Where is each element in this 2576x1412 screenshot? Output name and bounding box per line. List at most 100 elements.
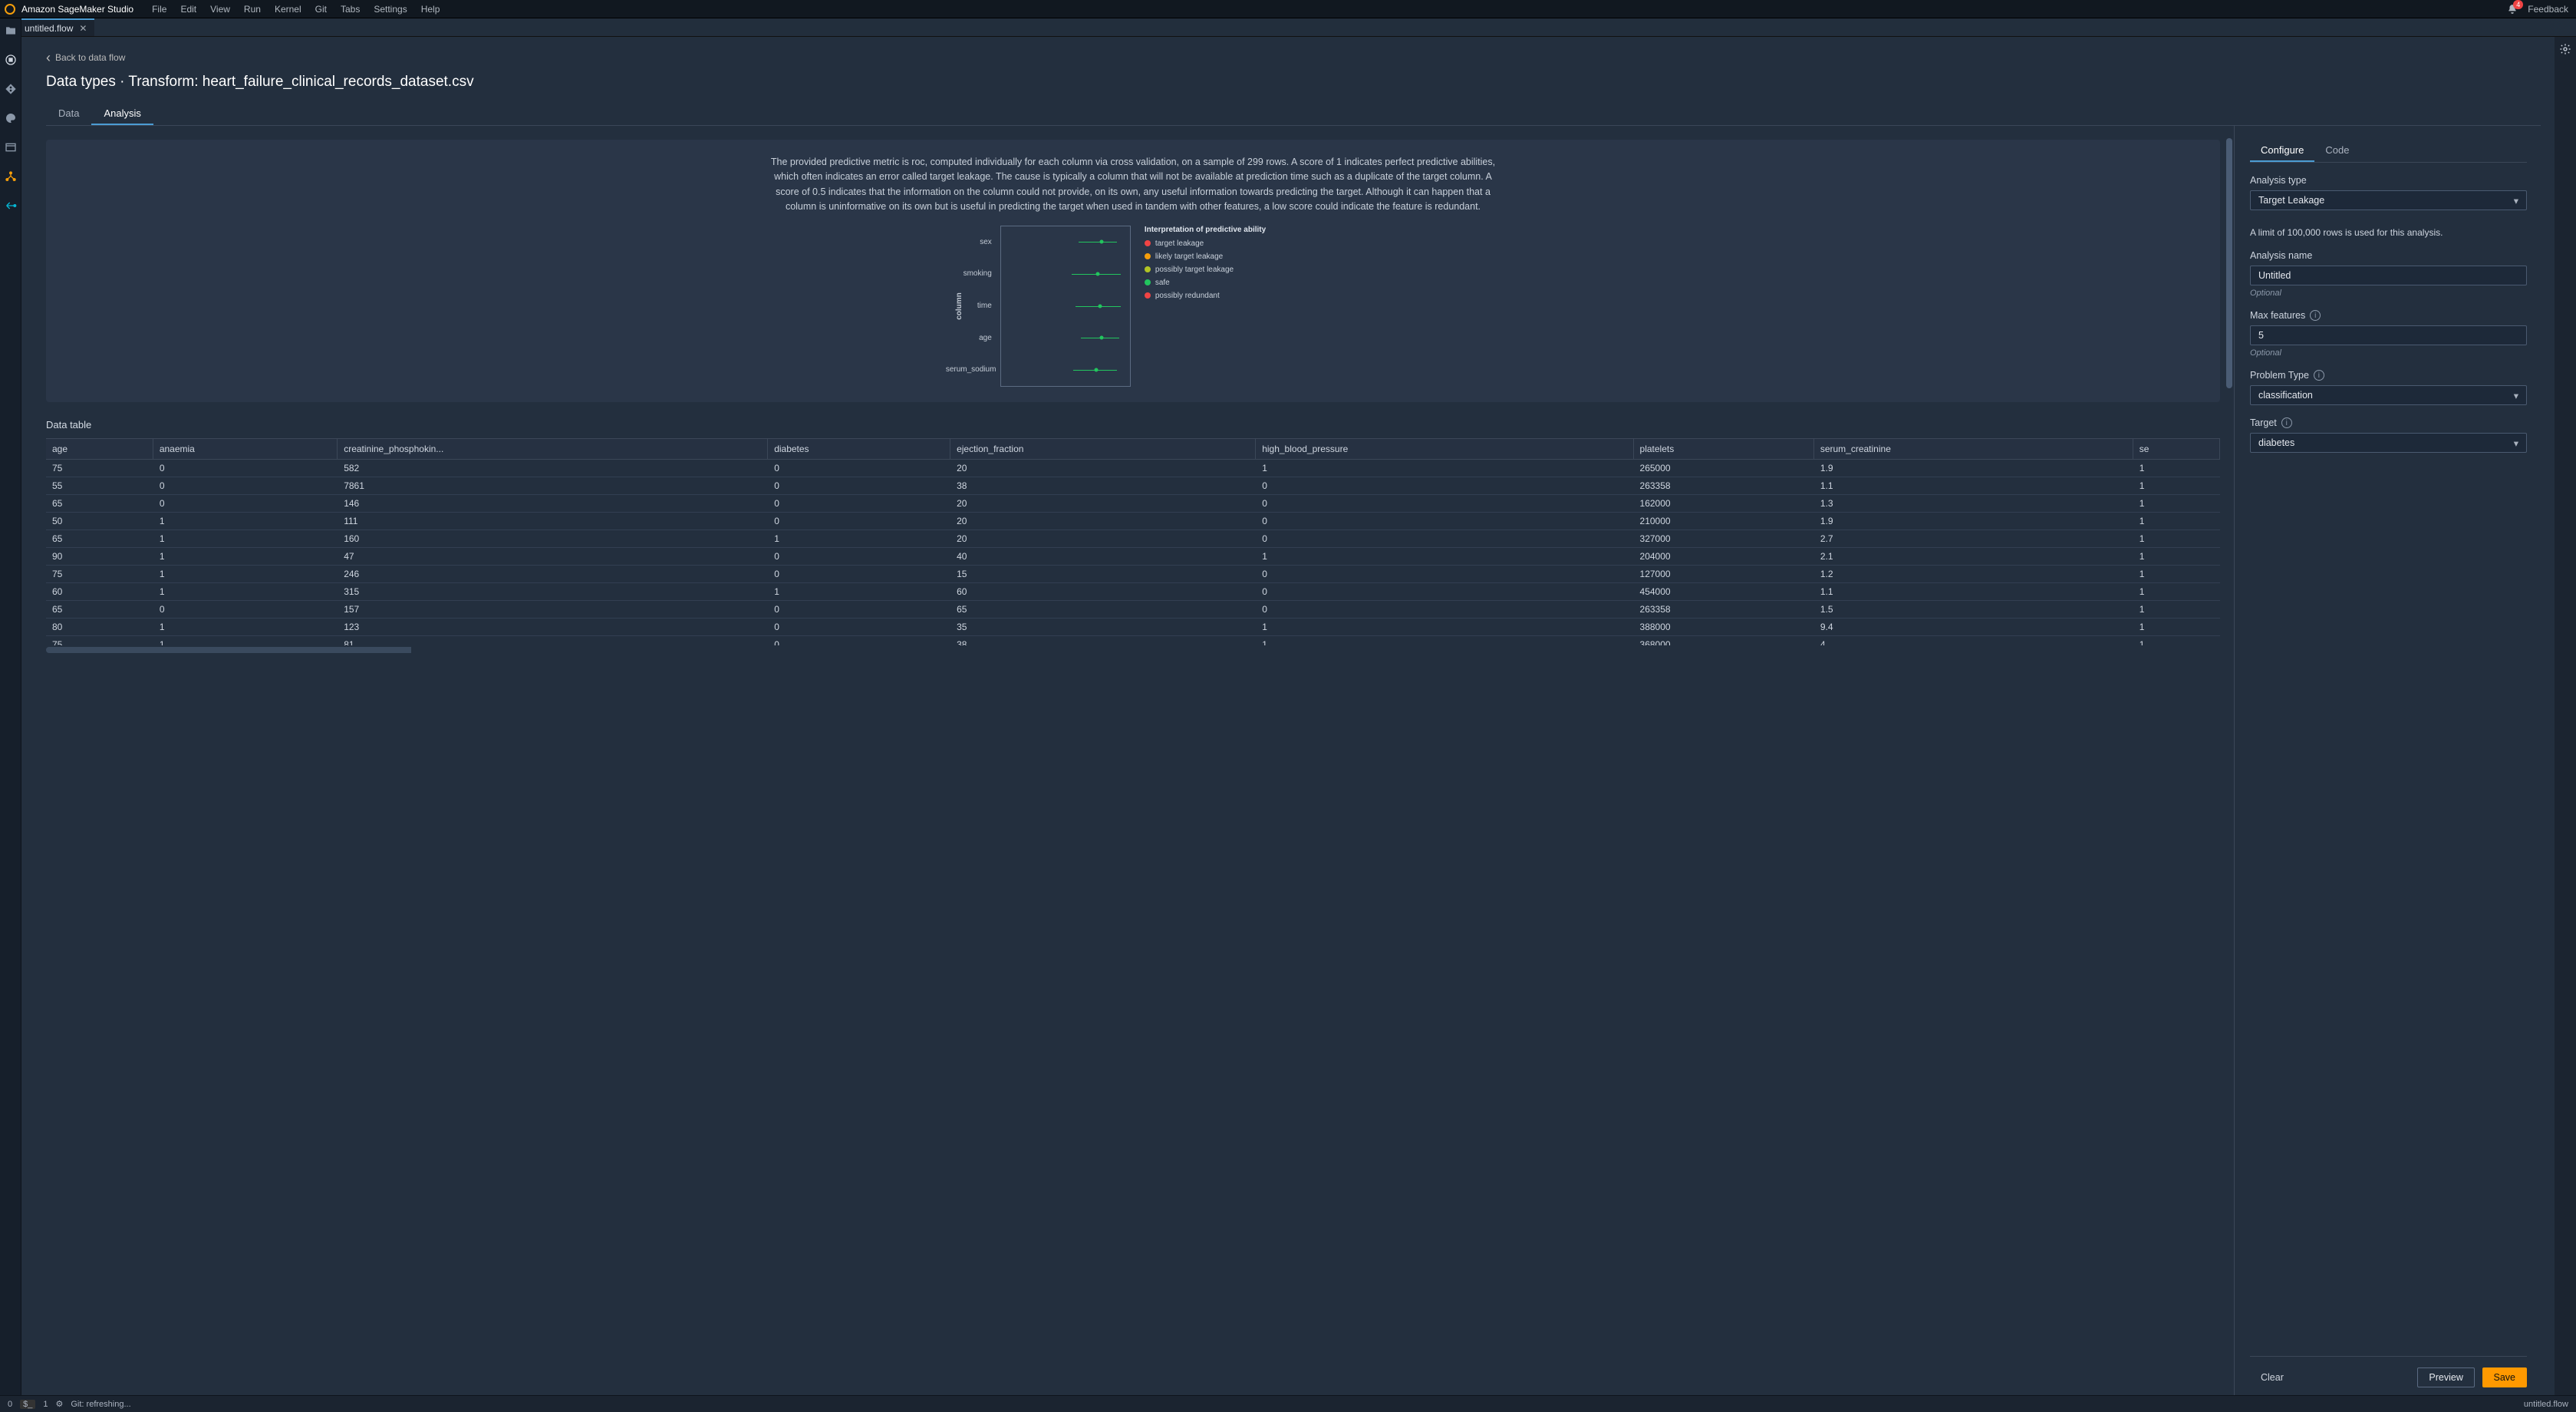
table-cell: 246 bbox=[338, 565, 768, 582]
legend-item: target leakage bbox=[1145, 237, 1266, 250]
analysis-type-label: Analysis type bbox=[2250, 175, 2527, 186]
legend-item: possibly redundant bbox=[1145, 289, 1266, 302]
chart-legend: Interpretation of predictive ability tar… bbox=[1145, 226, 1266, 387]
column-header[interactable]: se bbox=[2133, 439, 2219, 460]
table-cell: 111 bbox=[338, 512, 768, 530]
table-row: 550786103802633581.11 bbox=[46, 477, 2220, 494]
table-cell: 90 bbox=[46, 547, 153, 565]
git-icon[interactable] bbox=[5, 83, 17, 95]
menu-file[interactable]: File bbox=[152, 4, 166, 15]
target-select[interactable]: diabetes bbox=[2250, 433, 2527, 453]
table-cell: 7861 bbox=[338, 477, 768, 494]
menu-help[interactable]: Help bbox=[421, 4, 440, 15]
table-cell: 454000 bbox=[1633, 582, 1813, 600]
table-cell: 327000 bbox=[1633, 530, 1813, 547]
table-cell: 40 bbox=[950, 547, 1256, 565]
table-cell: 1.1 bbox=[1813, 582, 2133, 600]
column-header[interactable]: anaemia bbox=[153, 439, 337, 460]
column-header[interactable]: diabetes bbox=[768, 439, 950, 460]
column-header[interactable]: ejection_fraction bbox=[950, 439, 1256, 460]
table-cell: 1 bbox=[153, 618, 337, 635]
table-cell: 388000 bbox=[1633, 618, 1813, 635]
tabs-icon[interactable] bbox=[5, 141, 17, 153]
analysis-name-input[interactable] bbox=[2250, 266, 2527, 285]
chart-point bbox=[1095, 368, 1099, 371]
table-cell: 1 bbox=[153, 635, 337, 645]
settings-gear-icon[interactable] bbox=[2555, 37, 2576, 1395]
vertical-scrollbar[interactable] bbox=[2226, 138, 2232, 1395]
status-kernels[interactable]: $_ bbox=[20, 1400, 35, 1409]
menu-run[interactable]: Run bbox=[244, 4, 261, 15]
table-cell: 75 bbox=[46, 635, 153, 645]
config-tabs: Configure Code bbox=[2250, 140, 2527, 163]
tab-data[interactable]: Data bbox=[46, 103, 91, 125]
top-menu: File Edit View Run Kernel Git Tabs Setti… bbox=[152, 4, 440, 15]
data-table-wrap[interactable]: ageanaemiacreatinine_phosphokin...diabet… bbox=[46, 438, 2220, 645]
page-title: Data types · Transform: heart_failure_cl… bbox=[46, 74, 2541, 91]
table-cell: 15 bbox=[950, 565, 1256, 582]
info-icon[interactable]: i bbox=[2310, 310, 2321, 321]
menu-edit[interactable]: Edit bbox=[180, 4, 196, 15]
table-cell: 20 bbox=[950, 512, 1256, 530]
close-icon[interactable]: ✕ bbox=[79, 23, 87, 34]
graph-icon[interactable] bbox=[5, 170, 17, 183]
tab-code[interactable]: Code bbox=[2314, 140, 2360, 162]
preview-button[interactable]: Preview bbox=[2417, 1367, 2474, 1387]
clear-button[interactable]: Clear bbox=[2250, 1368, 2294, 1387]
back-to-flow-link[interactable]: Back to data flow bbox=[46, 52, 2541, 63]
menu-view[interactable]: View bbox=[210, 4, 230, 15]
legend-item: likely target leakage bbox=[1145, 250, 1266, 263]
table-cell: 1 bbox=[153, 547, 337, 565]
horizontal-scrollbar[interactable] bbox=[46, 647, 568, 653]
column-header[interactable]: platelets bbox=[1633, 439, 1813, 460]
table-cell: 81 bbox=[338, 635, 768, 645]
chart-point bbox=[1095, 272, 1099, 275]
notifications-icon[interactable]: 4 bbox=[2506, 3, 2518, 15]
table-cell: 2.1 bbox=[1813, 547, 2133, 565]
running-icon[interactable] bbox=[5, 54, 17, 66]
column-header[interactable]: high_blood_pressure bbox=[1256, 439, 1633, 460]
column-header[interactable]: serum_creatinine bbox=[1813, 439, 2133, 460]
data-table-heading: Data table bbox=[46, 419, 2220, 431]
table-cell: 0 bbox=[768, 547, 950, 565]
table-cell: 123 bbox=[338, 618, 768, 635]
table-cell: 65 bbox=[46, 494, 153, 512]
save-button[interactable]: Save bbox=[2482, 1367, 2528, 1387]
share-icon[interactable] bbox=[5, 200, 17, 212]
table-cell: 1 bbox=[153, 565, 337, 582]
table-cell: 20 bbox=[950, 494, 1256, 512]
feedback-link[interactable]: Feedback bbox=[2528, 4, 2568, 15]
info-icon[interactable]: i bbox=[2314, 370, 2324, 381]
table-cell: 157 bbox=[338, 600, 768, 618]
menu-git[interactable]: Git bbox=[315, 4, 327, 15]
activity-bar bbox=[0, 18, 21, 1395]
row-limit-note: A limit of 100,000 rows is used for this… bbox=[2250, 227, 2527, 238]
table-cell: 0 bbox=[768, 512, 950, 530]
info-icon[interactable]: i bbox=[2281, 417, 2292, 428]
analysis-description: The provided predictive metric is roc, c… bbox=[765, 155, 1501, 215]
tab-configure[interactable]: Configure bbox=[2250, 140, 2314, 162]
palette-icon[interactable] bbox=[5, 112, 17, 124]
table-cell: 9.4 bbox=[1813, 618, 2133, 635]
column-header[interactable]: age bbox=[46, 439, 153, 460]
table-cell: 1 bbox=[2133, 618, 2219, 635]
column-header[interactable]: creatinine_phosphokin... bbox=[338, 439, 768, 460]
menu-settings[interactable]: Settings bbox=[374, 4, 407, 15]
status-count[interactable]: 1 bbox=[43, 1400, 48, 1409]
status-settings-icon[interactable]: ⚙ bbox=[56, 1399, 64, 1409]
tab-analysis[interactable]: Analysis bbox=[91, 103, 153, 125]
menu-kernel[interactable]: Kernel bbox=[275, 4, 301, 15]
status-terminals[interactable]: 0 bbox=[8, 1400, 12, 1409]
table-row: 75181038136800041 bbox=[46, 635, 2220, 645]
folder-icon[interactable] bbox=[5, 25, 17, 37]
chart-point bbox=[1099, 240, 1103, 244]
table-cell: 0 bbox=[768, 565, 950, 582]
analysis-type-select[interactable]: Target Leakage bbox=[2250, 190, 2527, 210]
legend-item: safe bbox=[1145, 276, 1266, 289]
problem-type-select[interactable]: classification bbox=[2250, 385, 2527, 405]
max-features-input[interactable] bbox=[2250, 325, 2527, 345]
table-cell: 65 bbox=[46, 530, 153, 547]
table-cell: 0 bbox=[768, 494, 950, 512]
flow-editor: Back to data flow Data types · Transform… bbox=[21, 37, 2555, 1395]
menu-tabs[interactable]: Tabs bbox=[341, 4, 360, 15]
